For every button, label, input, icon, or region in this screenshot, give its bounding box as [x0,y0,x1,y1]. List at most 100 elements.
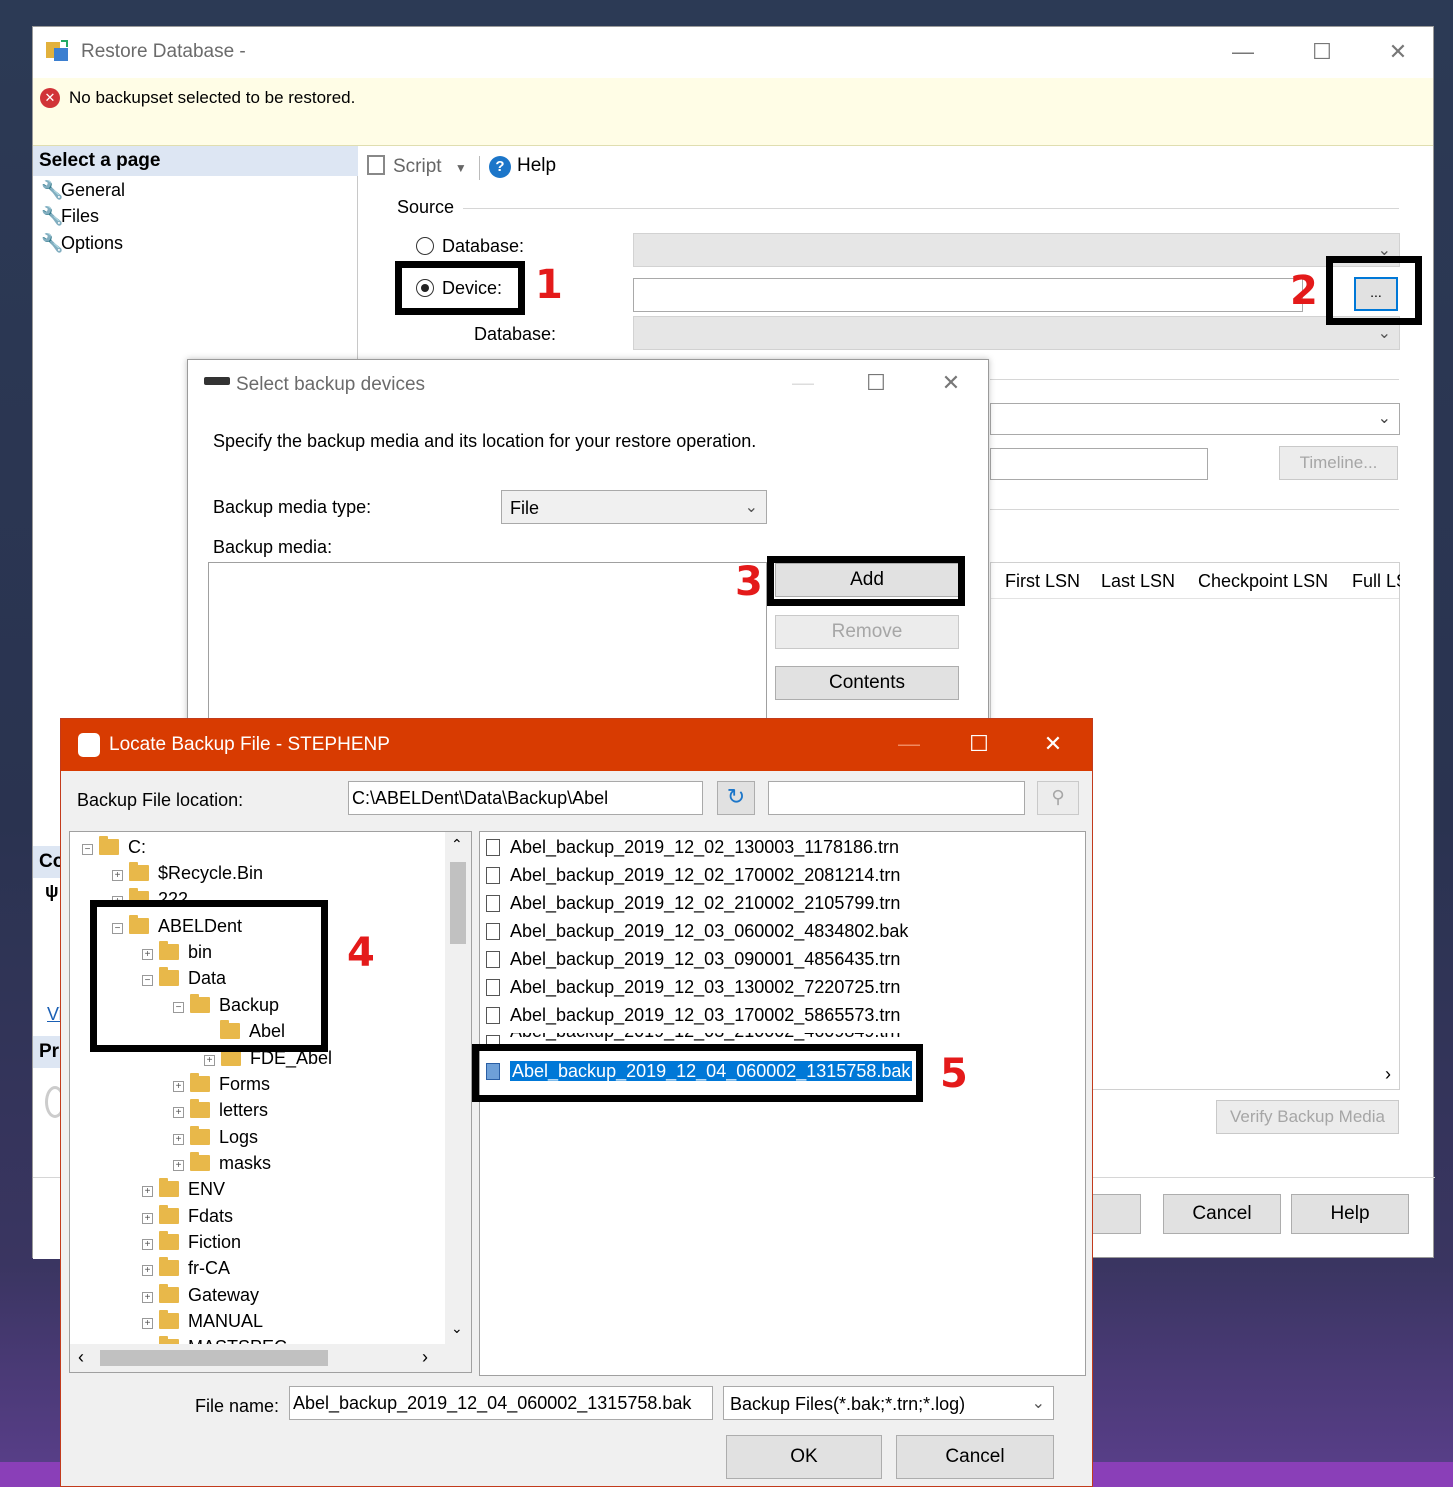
folder-icon [159,1231,179,1250]
expand-icon[interactable]: + [142,1239,153,1250]
folder-icon [190,1152,210,1171]
tree-vertical-scrollbar[interactable]: ⌃ ⌄ [445,832,471,1344]
close-icon[interactable]: ✕ [1038,729,1068,759]
tree-node[interactable]: + Gateway [142,1284,259,1311]
scroll-left-icon[interactable]: ‹ [78,1347,84,1368]
destination-database-combo[interactable]: ⌄ [990,403,1400,435]
tree-node[interactable]: + $Recycle.Bin [112,862,263,889]
search-input[interactable] [768,781,1025,815]
expand-icon[interactable]: + [142,1265,153,1276]
file-item[interactable]: Abel_backup_2019_12_03_170002_5865573.tr… [486,1005,900,1031]
timeline-button[interactable]: Timeline... [1279,446,1398,480]
tree-node[interactable]: + masks [173,1152,271,1179]
search-icon: ⚲ [1051,787,1065,807]
expand-icon[interactable]: + [142,1186,153,1197]
expand-icon[interactable]: + [204,1055,215,1066]
grid-header-checkpoint-lsn: Checkpoint LSN [1198,571,1329,591]
tree-node[interactable]: + ENV [142,1178,225,1205]
tree-node[interactable]: + Forms [173,1073,270,1100]
media-type-select[interactable]: File ⌄ [501,490,767,524]
ok-button[interactable]: OK [726,1435,882,1479]
backup-media-list[interactable] [208,562,767,740]
close-icon[interactable]: ✕ [936,368,966,398]
chevron-down-icon: ⌄ [1377,410,1391,427]
expand-icon[interactable]: + [112,870,123,881]
wrench-icon: 🔧 [41,233,64,253]
folder-icon [159,1178,179,1197]
file-type-filter-select[interactable]: Backup Files(*.bak;*.trn;*.log) ⌄ [723,1386,1054,1420]
radio-database[interactable]: Database: [416,236,524,257]
collapse-icon[interactable]: − [82,844,93,855]
file-list[interactable]: Abel_backup_2019_12_02_130003_1178186.tr… [479,831,1086,1376]
annotation-label-5: 5 [940,1051,968,1097]
scroll-thumb[interactable] [100,1350,328,1366]
maximize-icon[interactable]: ☐ [964,729,994,759]
refresh-button[interactable]: ↻ [717,781,755,815]
close-icon[interactable]: ✕ [1383,37,1413,67]
refresh-icon: ↻ [726,784,746,809]
tree-node[interactable]: + letters [173,1099,268,1126]
cancel-button[interactable]: Cancel [1163,1194,1281,1234]
contents-button[interactable]: Contents [775,666,959,700]
scroll-up-icon[interactable]: ⌃ [451,836,463,853]
expand-icon[interactable]: + [173,1160,184,1171]
select-page-header: Select a page [33,146,358,176]
scroll-thumb[interactable] [450,862,466,944]
tape-drive-icon [204,377,230,385]
minimize-icon[interactable]: — [894,729,924,759]
tree-node[interactable]: − C: [82,836,146,863]
file-item[interactable]: Abel_backup_2019_12_02_130003_1178186.tr… [486,837,899,863]
script-button[interactable]: Script ▼ [367,155,467,178]
annotation-box-4 [90,900,328,1052]
file-item[interactable]: Abel_backup_2019_12_02_210002_2105799.tr… [486,893,900,919]
minimize-icon[interactable]: — [788,368,818,398]
window-title: Restore Database - [81,41,246,62]
grid-header: First LSN Last LSN Checkpoint LSN Full L… [991,563,1400,599]
tree-node[interactable]: + Fdats [142,1205,233,1232]
expand-icon[interactable]: + [173,1081,184,1092]
maximize-icon[interactable]: ☐ [1307,37,1337,67]
expand-icon[interactable]: + [142,1213,153,1224]
expand-icon[interactable]: + [173,1107,184,1118]
restore-to-field[interactable] [990,448,1208,480]
maximize-icon[interactable]: ☐ [861,368,891,398]
select-backup-devices-dialog: Select backup devices — ☐ ✕ Specify the … [187,359,989,740]
device-path-field[interactable] [633,278,1303,312]
annotation-label-2: 2 [1290,268,1318,314]
file-item[interactable]: Abel_backup_2019_12_03_060002_4834802.ba… [486,921,908,947]
minimize-icon[interactable]: — [1228,37,1258,67]
expand-icon[interactable]: + [142,1318,153,1329]
nav-label: Files [61,206,100,226]
folder-icon [190,1126,210,1145]
expand-icon[interactable]: + [142,1292,153,1303]
help-toolbar-button[interactable]: ? Help [489,155,556,178]
file-icon [486,979,500,996]
remove-button[interactable]: Remove [775,615,959,649]
cancel-button[interactable]: Cancel [896,1435,1054,1479]
tree-node[interactable]: + Fiction [142,1231,241,1258]
source-group-label: Source [397,197,455,217]
file-item[interactable]: Abel_backup_2019_12_03_090001_4856435.tr… [486,949,900,975]
search-button[interactable]: ⚲ [1037,781,1079,815]
tree-node[interactable]: + Logs [173,1126,258,1153]
nav-options[interactable]: 🔧Options [41,233,123,254]
nav-label: General [61,180,126,200]
file-item[interactable]: Abel_backup_2019_12_03_130002_7220725.tr… [486,977,900,1003]
help-button[interactable]: Help [1291,1194,1409,1234]
scroll-right-icon[interactable]: › [422,1347,428,1368]
database-combo[interactable]: ⌄ [633,316,1400,350]
annotation-box-2 [1326,256,1422,325]
file-item[interactable]: Abel_backup_2019_12_02_170002_2081214.tr… [486,865,900,891]
verify-backup-media-button[interactable]: Verify Backup Media [1216,1100,1399,1134]
scroll-down-icon[interactable]: ⌄ [451,1320,463,1337]
tree-horizontal-scrollbar[interactable]: ‹ › [70,1344,471,1372]
tree-node[interactable]: + MANUAL [142,1310,263,1337]
nav-files[interactable]: 🔧Files [41,206,99,227]
tree-node[interactable]: + fr-CA [142,1257,230,1284]
scroll-right-icon[interactable]: › [1385,1064,1391,1085]
expand-icon[interactable]: + [173,1134,184,1145]
file-name-field[interactable]: Abel_backup_2019_12_04_060002_1315758.ba… [289,1386,713,1420]
location-field[interactable]: C:\ABELDent\Data\Backup\Abel [348,781,703,815]
nav-general[interactable]: 🔧General [41,180,125,201]
file-name-value: Abel_backup_2019_12_04_060002_1315758.ba… [293,1393,692,1413]
